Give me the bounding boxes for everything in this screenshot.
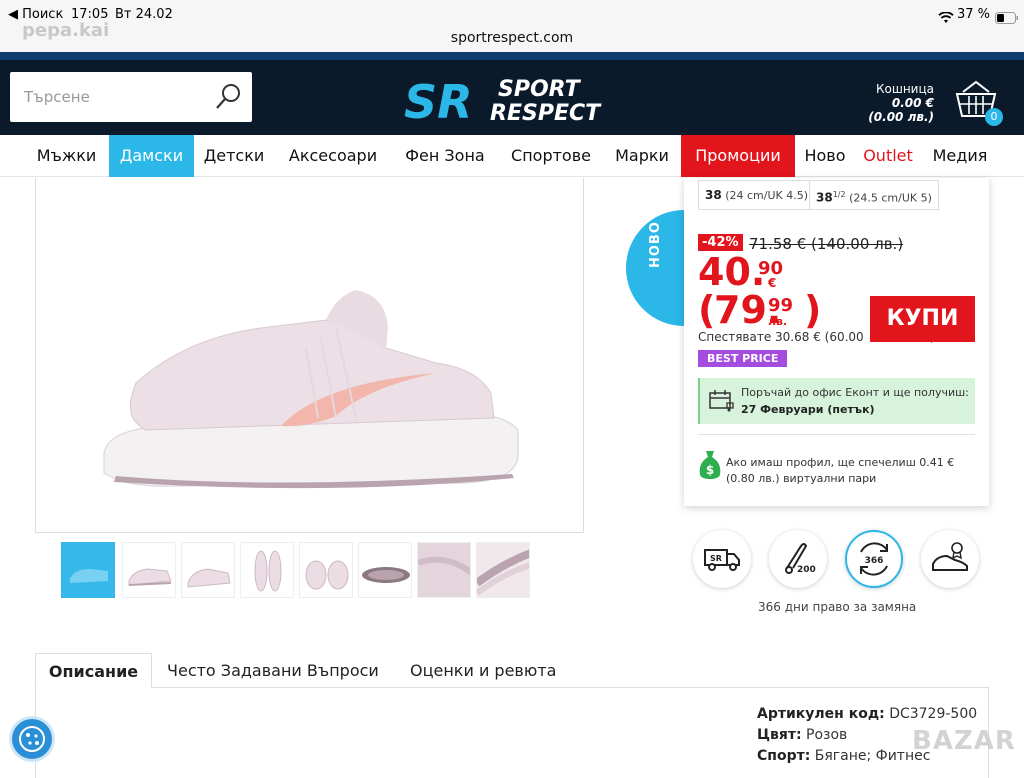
- new-badge-label: НОВО: [648, 221, 663, 268]
- nav-media[interactable]: Медия: [921, 135, 999, 177]
- cookie-settings-button[interactable]: [12, 719, 52, 759]
- divider: [698, 434, 975, 435]
- logo-line1: SPORT: [498, 77, 582, 102]
- calendar-truck-icon: [707, 389, 735, 417]
- price-bgn-symbol: лв.: [768, 315, 788, 328]
- size-value: 38: [816, 190, 833, 205]
- nav-fan-zone[interactable]: Фен Зона: [392, 135, 498, 177]
- nav-accessories[interactable]: Аксесоари: [274, 135, 392, 177]
- truck-icon: SR: [704, 549, 740, 571]
- spec-value: Розов: [806, 727, 848, 743]
- thumbnail-6[interactable]: [358, 542, 412, 598]
- spec-value: DC3729-500: [889, 706, 978, 722]
- size-detail: (24.5 cm/UK 5): [849, 191, 932, 205]
- thumbnail-5[interactable]: [299, 542, 353, 598]
- thumbnail-2[interactable]: [122, 542, 176, 598]
- main-nav: Мъжки Дамски Детски Аксесоари Фен Зона С…: [0, 135, 1024, 177]
- virtual-money-text: Ако имаш профил, ще спечелиш 0.41 € (0.8…: [726, 456, 955, 485]
- spec-key: Артикулен код:: [757, 706, 885, 722]
- nav-brands[interactable]: Марки: [604, 135, 680, 177]
- product-main-image[interactable]: [35, 178, 584, 533]
- site-logo[interactable]: SR SPORT RESPECT: [404, 72, 619, 129]
- price-bgn-close: ): [804, 288, 822, 332]
- size-option-38[interactable]: 38 (24 cm/UK 4.5): [698, 180, 816, 210]
- tab-reviews[interactable]: Оценки и ревюта: [410, 653, 556, 688]
- wifi-icon: [938, 9, 954, 28]
- product-info-panel: 38 (24 cm/UK 4.5) 381/2 (24.5 cm/UK 5) -…: [684, 178, 989, 506]
- spec-key: Цвят:: [757, 727, 802, 743]
- address-bar-url[interactable]: sportrespect.com: [0, 30, 1024, 46]
- savings-amount: Спестявате 30.68 € (60.00: [698, 330, 864, 344]
- price-bgn-open: (: [698, 288, 716, 332]
- battery-percent: 37 %: [957, 7, 991, 22]
- delivery-info: Поръчай до офис Еконт и ще получиш: 27 Ф…: [698, 378, 975, 424]
- nav-promotions[interactable]: Промоции: [681, 135, 795, 177]
- status-date: Вт 24.02: [115, 7, 173, 22]
- thumbnail-3[interactable]: [181, 542, 235, 598]
- tab-description[interactable]: Описание: [35, 653, 152, 688]
- old-price: 71.58 € (140.00 лв.): [749, 235, 904, 253]
- delivery-line1: Поръчай до офис Еконт и ще получиш:: [741, 386, 969, 399]
- svg-text:200: 200: [797, 565, 816, 575]
- best-price-badge: BEST PRICE: [698, 350, 788, 367]
- discount-badge: -42%: [698, 234, 743, 251]
- cart-total-bgn: (0.00 лв.): [868, 110, 934, 124]
- cart-total-eur: 0.00 €: [891, 96, 934, 110]
- size-option-38-half[interactable]: 381/2 (24.5 cm/UK 5): [809, 180, 939, 210]
- search-input[interactable]: [10, 72, 210, 122]
- nav-new[interactable]: Ново: [795, 135, 855, 177]
- spec-key: Спорт:: [757, 748, 811, 764]
- shoe-image: [103, 290, 519, 489]
- price-eur-integer: 40.: [698, 250, 766, 294]
- size-detail: (24 cm/UK 4.5): [725, 189, 809, 202]
- exchange-366-feature[interactable]: 366: [845, 530, 903, 588]
- svg-text:SR: SR: [710, 554, 722, 563]
- size-value: 38: [705, 188, 722, 202]
- battery-icon: [995, 9, 1019, 28]
- delivery-truck-feature[interactable]: SR: [693, 530, 751, 588]
- thumbnail-8[interactable]: [476, 542, 530, 598]
- spec-color: Цвят: Розов: [757, 727, 847, 743]
- nav-outlet[interactable]: Outlet: [855, 135, 921, 177]
- search-box: [10, 72, 252, 122]
- svg-text:$: $: [706, 463, 714, 477]
- money-bag-icon: $: [698, 449, 722, 483]
- refresh-366-icon: 366: [860, 542, 888, 576]
- buy-button[interactable]: КУПИ: [870, 296, 975, 342]
- shoe-award-icon: [932, 542, 968, 571]
- nav-women[interactable]: Дамски: [109, 135, 194, 177]
- site-header: SR SPORT RESPECT Кошница 0.00 € (0.00 лв…: [0, 52, 1024, 135]
- cart-count-badge: 0: [985, 108, 1003, 126]
- quality-shoe-feature[interactable]: [921, 530, 979, 588]
- price-bgn-decimals: 99: [768, 295, 794, 316]
- spec-sport: Спорт: Бягане; Фитнес: [757, 748, 930, 764]
- nav-sports[interactable]: Спортове: [498, 135, 604, 177]
- thumbnail-1[interactable]: [61, 542, 115, 598]
- size-fraction: 1/2: [832, 190, 846, 199]
- safety-pin-feature[interactable]: 200: [769, 530, 827, 588]
- spec-article-code: Артикулен код: DC3729-500: [757, 706, 977, 722]
- search-icon[interactable]: [212, 81, 244, 113]
- ios-status-bar: ◀ Поиск 17:05 Вт 24.02 37 % pepa.kai spo…: [0, 0, 1024, 52]
- thumbnail-4[interactable]: [240, 542, 294, 598]
- nav-kids[interactable]: Детски: [194, 135, 274, 177]
- nav-men[interactable]: Мъжки: [24, 135, 109, 177]
- tab-faq[interactable]: Често Задавани Въпроси: [167, 653, 379, 688]
- bazar-watermark: BAZAR: [912, 726, 1016, 756]
- delivery-date: 27 Февруари (петък): [741, 403, 875, 416]
- exchange-days-label: 366 дни право за замяна: [758, 600, 917, 614]
- thumbnail-7[interactable]: [417, 542, 471, 598]
- cookie-icon: [19, 726, 45, 752]
- logo-mark: SR: [404, 75, 473, 127]
- cart-summary[interactable]: Кошница 0.00 € (0.00 лв.): [868, 82, 934, 124]
- cart-label: Кошница: [875, 82, 934, 96]
- safety-pin-icon: 200: [785, 543, 816, 575]
- logo-line2: RESPECT: [490, 101, 602, 126]
- svg-text:366: 366: [865, 556, 884, 566]
